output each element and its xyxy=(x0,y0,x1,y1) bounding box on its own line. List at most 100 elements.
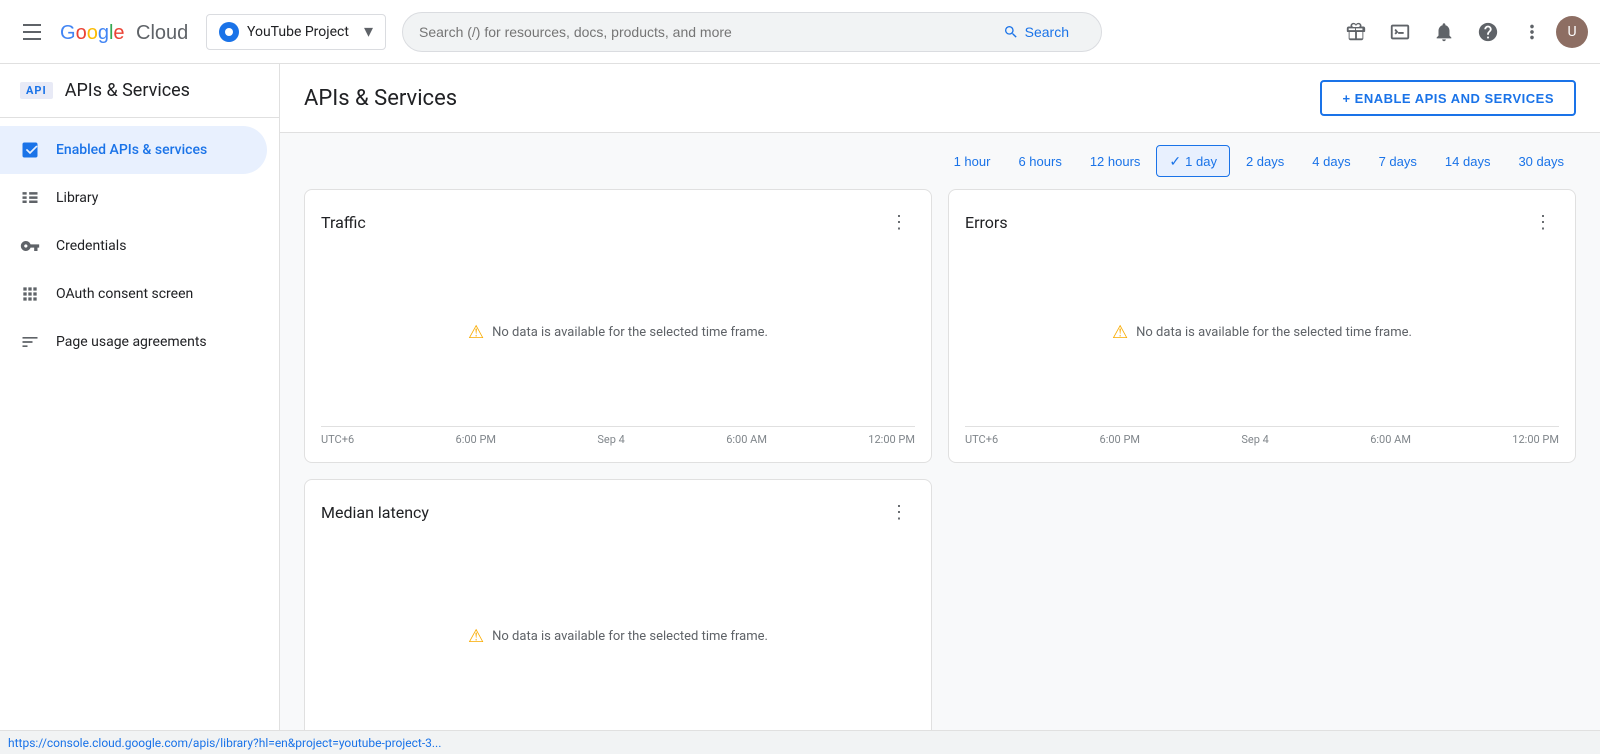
search-button[interactable]: Search xyxy=(987,12,1085,52)
errors-chart-body: ⚠ No data is available for the selected … xyxy=(965,246,1559,446)
errors-axis-label-1: 6:00 PM xyxy=(1100,433,1140,446)
sidebar-nav: Enabled APIs & services Library Credenti… xyxy=(0,118,279,374)
sidebar-header: API APIs & Services xyxy=(0,64,279,118)
sidebar-item-oauth[interactable]: OAuth consent screen xyxy=(0,270,267,318)
time-btn-2d[interactable]: 2 days xyxy=(1234,145,1296,177)
traffic-axis-label-4: 12:00 PM xyxy=(868,433,915,446)
enable-apis-button[interactable]: + ENABLE APIS AND SERVICES xyxy=(1320,80,1576,116)
charts-row-1: Traffic ⋮ ⚠ No data is available for the… xyxy=(304,189,1576,463)
top-nav: Google Cloud YouTube Project ▾ Search xyxy=(0,0,1600,64)
oauth-icon xyxy=(20,284,40,304)
traffic-axis-label-0: UTC+6 xyxy=(321,433,354,446)
notifications-icon-button[interactable] xyxy=(1424,12,1464,52)
traffic-chart-card: Traffic ⋮ ⚠ No data is available for the… xyxy=(304,189,932,463)
errors-chart-axis: UTC+6 6:00 PM Sep 4 6:00 AM 12:00 PM xyxy=(965,426,1559,446)
errors-chart-card: Errors ⋮ ⚠ No data is available for the … xyxy=(948,189,1576,463)
traffic-chart-title: Traffic xyxy=(321,213,366,232)
traffic-chart-header: Traffic ⋮ xyxy=(321,206,915,238)
page-usage-icon xyxy=(20,332,40,352)
enabled-apis-icon xyxy=(20,140,40,160)
time-btn-30d[interactable]: 30 days xyxy=(1506,145,1576,177)
errors-chart-header: Errors ⋮ xyxy=(965,206,1559,238)
traffic-chart-axis: UTC+6 6:00 PM Sep 4 6:00 AM 12:00 PM xyxy=(321,426,915,446)
more-vert-icon xyxy=(1521,21,1543,43)
credentials-icon xyxy=(20,236,40,256)
search-bar: Search xyxy=(402,12,1102,52)
svg-text:Cloud: Cloud xyxy=(136,22,188,44)
user-avatar[interactable]: U xyxy=(1556,16,1588,48)
time-btn-1d[interactable]: ✓ 1 day xyxy=(1156,145,1230,177)
menu-icon[interactable] xyxy=(12,12,52,52)
empty-chart-placeholder xyxy=(948,479,1576,753)
latency-chart-card: Median latency ⋮ ⚠ No data is available … xyxy=(304,479,932,753)
url-bar: https://console.cloud.google.com/apis/li… xyxy=(0,730,1600,754)
url-bar-text: https://console.cloud.google.com/apis/li… xyxy=(8,736,441,750)
errors-no-data-msg: ⚠ No data is available for the selected … xyxy=(1112,322,1412,343)
latency-chart-empty: ⚠ No data is available for the selected … xyxy=(321,536,915,736)
terminal-icon-button[interactable] xyxy=(1380,12,1420,52)
sidebar-item-enabled[interactable]: Enabled APIs & services xyxy=(0,126,267,174)
sidebar-item-label-enabled: Enabled APIs & services xyxy=(56,142,207,158)
charts-row-2: Median latency ⋮ ⚠ No data is available … xyxy=(304,479,1576,753)
nav-actions: U xyxy=(1336,12,1588,52)
terminal-icon xyxy=(1389,21,1411,43)
latency-chart-body: ⚠ No data is available for the selected … xyxy=(321,536,915,736)
time-btn-6h[interactable]: 6 hours xyxy=(1006,145,1073,177)
traffic-no-data-msg: ⚠ No data is available for the selected … xyxy=(468,322,768,343)
google-cloud-logo-svg: Google Cloud xyxy=(60,19,190,45)
latency-chart-title: Median latency xyxy=(321,503,429,522)
notifications-icon xyxy=(1433,21,1455,43)
project-name: YouTube Project xyxy=(247,24,356,40)
sidebar-item-label-credentials: Credentials xyxy=(56,238,126,254)
errors-more-icon: ⋮ xyxy=(1534,212,1552,233)
sidebar-item-label-library: Library xyxy=(56,190,98,206)
help-icon-button[interactable] xyxy=(1468,12,1508,52)
traffic-chart-body: ⚠ No data is available for the selected … xyxy=(321,246,915,446)
time-selector: 1 hour 6 hours 12 hours ✓ 1 day 2 days 4… xyxy=(280,133,1600,189)
search-input[interactable] xyxy=(419,24,987,40)
svg-text:Google: Google xyxy=(60,22,125,44)
page-title: APIs & Services xyxy=(304,86,457,111)
project-selector[interactable]: YouTube Project ▾ xyxy=(206,14,386,50)
sidebar: API APIs & Services Enabled APIs & servi… xyxy=(0,64,280,754)
sidebar-item-credentials[interactable]: Credentials xyxy=(0,222,267,270)
traffic-chart-empty: ⚠ No data is available for the selected … xyxy=(321,246,915,418)
traffic-more-icon: ⋮ xyxy=(890,212,908,233)
sidebar-item-page-usage[interactable]: Page usage agreements xyxy=(0,318,267,366)
traffic-axis-label-3: 6:00 AM xyxy=(726,433,767,446)
latency-warning-icon: ⚠ xyxy=(468,626,484,647)
google-cloud-logo[interactable]: Google Cloud xyxy=(60,19,190,45)
traffic-axis-label-1: 6:00 PM xyxy=(456,433,496,446)
sidebar-item-label-oauth: OAuth consent screen xyxy=(56,286,193,302)
errors-axis-label-3: 6:00 AM xyxy=(1370,433,1411,446)
errors-chart-title: Errors xyxy=(965,213,1008,232)
latency-more-button[interactable]: ⋮ xyxy=(883,496,915,528)
search-icon xyxy=(1003,24,1019,40)
gift-icon xyxy=(1345,21,1367,43)
sidebar-title: APIs & Services xyxy=(65,80,190,101)
time-btn-12h[interactable]: 12 hours xyxy=(1078,145,1153,177)
traffic-warning-icon: ⚠ xyxy=(468,322,484,343)
more-vert-icon-button[interactable] xyxy=(1512,12,1552,52)
time-btn-1h[interactable]: 1 hour xyxy=(942,145,1003,177)
time-btn-7d[interactable]: 7 days xyxy=(1367,145,1429,177)
gift-icon-button[interactable] xyxy=(1336,12,1376,52)
time-btn-4d[interactable]: 4 days xyxy=(1300,145,1362,177)
help-icon xyxy=(1477,21,1499,43)
main-content: APIs & Services + ENABLE APIS AND SERVIC… xyxy=(280,64,1600,754)
traffic-more-button[interactable]: ⋮ xyxy=(883,206,915,238)
sidebar-item-label-page-usage: Page usage agreements xyxy=(56,334,207,350)
checkmark-icon: ✓ xyxy=(1169,153,1181,170)
project-dot xyxy=(219,22,239,42)
chevron-down-icon: ▾ xyxy=(364,21,373,42)
traffic-axis-label-2: Sep 4 xyxy=(597,433,624,446)
main-layout: API APIs & Services Enabled APIs & servi… xyxy=(0,64,1600,754)
errors-warning-icon: ⚠ xyxy=(1112,322,1128,343)
errors-chart-empty: ⚠ No data is available for the selected … xyxy=(965,246,1559,418)
errors-axis-label-2: Sep 4 xyxy=(1241,433,1268,446)
errors-more-button[interactable]: ⋮ xyxy=(1527,206,1559,238)
time-btn-14d[interactable]: 14 days xyxy=(1433,145,1503,177)
api-badge: API xyxy=(20,82,53,99)
sidebar-item-library[interactable]: Library xyxy=(0,174,267,222)
page-header: APIs & Services + ENABLE APIS AND SERVIC… xyxy=(280,64,1600,133)
